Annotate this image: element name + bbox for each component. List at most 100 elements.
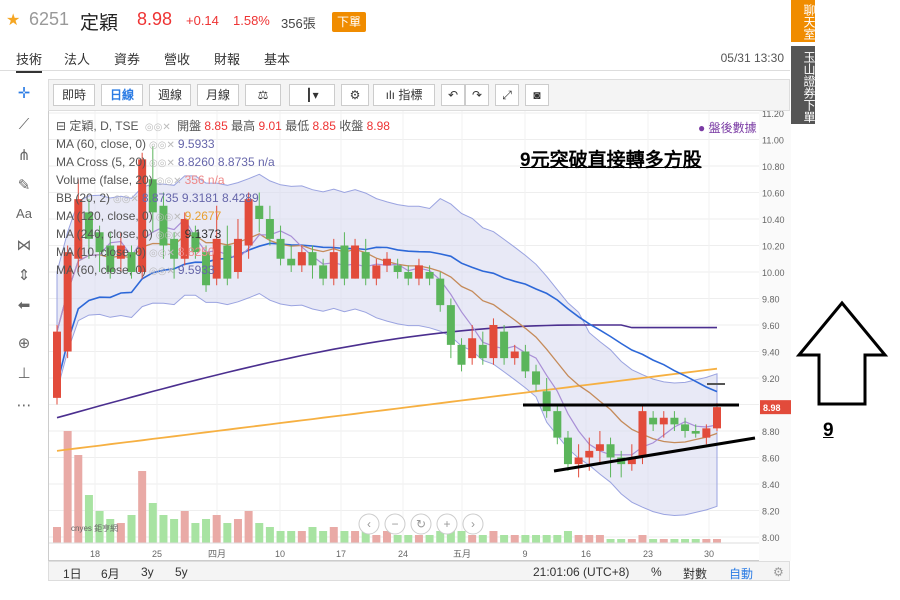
range-1d[interactable]: 1日 bbox=[63, 565, 82, 582]
volume-bar bbox=[702, 539, 711, 543]
monthly-button[interactable]: 月線 bbox=[197, 84, 239, 106]
volume-bar bbox=[276, 531, 285, 543]
low-label: 最低 bbox=[285, 119, 310, 133]
settings-icon[interactable]: ⚙ bbox=[341, 84, 369, 106]
tab-financials[interactable]: 財報 bbox=[214, 49, 240, 68]
zoom-icon[interactable]: ⊕ bbox=[12, 334, 36, 356]
intraday-button[interactable]: 即時 bbox=[53, 84, 95, 106]
date-tick: 24 bbox=[398, 549, 408, 559]
fullscreen-icon[interactable]: ⤢ bbox=[495, 84, 519, 106]
candle bbox=[446, 305, 455, 345]
fork-icon[interactable]: ⋔ bbox=[12, 146, 36, 168]
price-tick: 10.20 bbox=[762, 242, 785, 252]
chart-legend: ⊟ 定穎, D, TSE ◎◎✕ 開盤 8.85 最高 9.01 最低 8.85… bbox=[56, 117, 516, 279]
volume-bar bbox=[563, 531, 572, 543]
trendline-icon[interactable]: ⟋ bbox=[12, 116, 36, 138]
volume-bar bbox=[340, 531, 349, 543]
volume-bar bbox=[159, 515, 168, 543]
legend-main: ⊟ 定穎, D, TSE ◎◎✕ 開盤 8.85 最高 9.01 最低 8.85… bbox=[56, 117, 516, 135]
brush-icon[interactable]: ✎ bbox=[12, 176, 36, 198]
tab-technical[interactable]: 技術 bbox=[16, 49, 43, 73]
crosshair-icon[interactable]: ✛ bbox=[12, 84, 36, 106]
candle bbox=[542, 391, 551, 412]
volume-bar bbox=[521, 535, 530, 543]
price-tick: 9.40 bbox=[762, 348, 780, 358]
close-label: 收盤 bbox=[339, 119, 364, 133]
volume-bar bbox=[468, 535, 477, 543]
volume-bar bbox=[223, 523, 232, 543]
candle bbox=[606, 444, 615, 458]
range-bar: 1日 6月 3y 5y 21:01:06 (UTC+8) % 對數 自動 ⚙ bbox=[48, 561, 790, 581]
volume-bar bbox=[202, 519, 211, 543]
percent-toggle[interactable]: % bbox=[651, 565, 662, 579]
camera-icon[interactable]: ◙ bbox=[525, 84, 549, 106]
indicators-label: 指標 bbox=[398, 88, 423, 102]
volume-bar bbox=[180, 511, 189, 543]
date-tick: 25 bbox=[152, 549, 162, 559]
volume-bar bbox=[84, 495, 93, 543]
tab-institutional[interactable]: 法人 bbox=[64, 49, 90, 68]
volume-bar bbox=[713, 539, 721, 543]
price-tag-label: 8.98 bbox=[763, 403, 781, 413]
chat-room-button[interactable]: 聊天室 bbox=[791, 0, 816, 42]
undo-icon[interactable]: ↶ bbox=[441, 84, 465, 106]
date-axis: 18 25 四月 10 17 24 五月 9 16 23 30 bbox=[49, 542, 759, 559]
pattern-icon[interactable]: ⋈ bbox=[12, 236, 36, 258]
indicator-icon: ılı bbox=[385, 88, 399, 102]
volume-bar bbox=[351, 531, 360, 543]
settings-small-icon[interactable]: ⚙ bbox=[773, 565, 784, 579]
candle bbox=[574, 457, 583, 465]
candle bbox=[670, 417, 679, 425]
order-button[interactable]: 下單 bbox=[332, 12, 366, 32]
price-change: +0.14 bbox=[186, 13, 219, 28]
range-5y[interactable]: 5y bbox=[175, 565, 188, 579]
price-tick: 8.40 bbox=[762, 480, 780, 490]
indicators-button[interactable]: ılı 指標 bbox=[373, 84, 435, 106]
legend-row: MA (60, close, 0) ◎◎✕ 9.5933 bbox=[56, 137, 215, 151]
tab-basics[interactable]: 基本 bbox=[264, 49, 290, 68]
volume-bar bbox=[329, 527, 338, 543]
zoom-in-icon[interactable]: + bbox=[443, 517, 450, 531]
candle bbox=[563, 437, 572, 465]
zoom-out-icon[interactable]: − bbox=[391, 517, 398, 531]
volume-bar bbox=[319, 531, 328, 543]
redo-icon[interactable]: ↷ bbox=[465, 84, 489, 106]
daily-button[interactable]: 日線 bbox=[101, 84, 143, 106]
volume-bar bbox=[681, 539, 690, 543]
text-tool-icon[interactable]: Aa bbox=[12, 206, 36, 228]
favorite-star-icon[interactable]: ★ bbox=[6, 10, 20, 30]
candle bbox=[478, 344, 487, 359]
annotation-text: 9元突破直接轉多方股 bbox=[520, 150, 702, 171]
candle bbox=[681, 424, 690, 431]
weekly-button[interactable]: 週線 bbox=[149, 84, 191, 106]
auto-toggle[interactable]: 自動 bbox=[729, 565, 753, 582]
ruler-icon[interactable]: ⊥ bbox=[12, 364, 36, 386]
price-tick: 8.80 bbox=[762, 427, 780, 437]
measure-icon[interactable]: ⇕ bbox=[12, 266, 36, 288]
volume-bar bbox=[393, 535, 402, 543]
zoom-next-icon[interactable]: › bbox=[471, 517, 475, 531]
tab-margin[interactable]: 資券 bbox=[114, 49, 140, 68]
price-tick: 11.20 bbox=[762, 111, 784, 119]
range-6m[interactable]: 6月 bbox=[101, 565, 120, 582]
range-3y[interactable]: 3y bbox=[141, 565, 154, 579]
price-change-pct: 1.58% bbox=[233, 13, 270, 28]
volume-bar bbox=[308, 527, 317, 543]
volume-bar bbox=[255, 523, 264, 543]
volume-bar bbox=[212, 515, 221, 543]
collapse-icon[interactable]: ⊟ bbox=[56, 119, 66, 133]
volume-bar bbox=[627, 539, 636, 543]
compare-icon[interactable]: ⚖ bbox=[245, 84, 281, 106]
more-icon[interactable]: ⋯ bbox=[12, 396, 36, 418]
log-toggle[interactable]: 對數 bbox=[683, 565, 707, 582]
zoom-prev-icon[interactable]: ‹ bbox=[367, 517, 371, 531]
candle bbox=[659, 417, 668, 425]
arrow-left-icon[interactable]: ⬅ bbox=[12, 296, 36, 318]
tab-revenue[interactable]: 營收 bbox=[164, 49, 190, 68]
chart-style-icon[interactable]: ┃▾ bbox=[289, 84, 335, 106]
broker-order-button[interactable]: 玉山證券下單 bbox=[791, 46, 816, 124]
price-tick: 9.20 bbox=[762, 374, 780, 384]
after-hours-data[interactable]: ● 盤後數據 bbox=[698, 119, 757, 136]
date-tick: 五月 bbox=[453, 549, 471, 559]
zoom-reset-icon[interactable]: ↻ bbox=[416, 517, 426, 531]
